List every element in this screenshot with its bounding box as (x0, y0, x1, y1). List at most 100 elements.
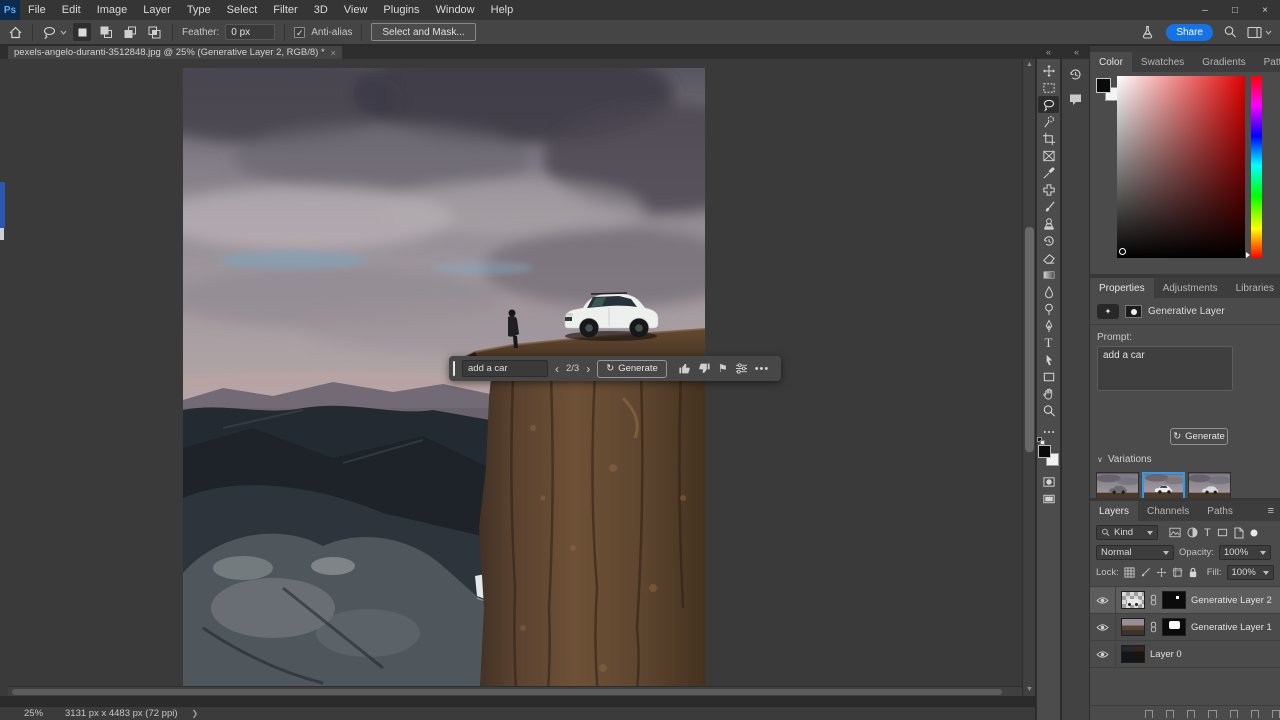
status-arrow-icon[interactable]: ❯ (192, 709, 199, 718)
layer-mask-thumbnail[interactable] (1162, 591, 1186, 609)
layer-thumbnail[interactable] (1121, 591, 1145, 609)
hand-tool[interactable] (1038, 385, 1059, 402)
lasso-tool-preset-icon[interactable] (42, 25, 67, 40)
tab-color[interactable]: Color (1090, 52, 1132, 72)
lock-all-icon[interactable] (1188, 567, 1198, 578)
layer-thumbnail[interactable] (1121, 618, 1145, 636)
fill-dropdown[interactable]: 100% (1226, 565, 1274, 580)
type-tool[interactable]: T (1038, 334, 1059, 351)
filter-adjustment-layers-icon[interactable] (1187, 527, 1198, 538)
zoom-level[interactable]: 25% (24, 708, 43, 719)
search-icon[interactable] (1223, 25, 1237, 39)
subtract-from-selection-mode-button[interactable] (121, 23, 139, 41)
menu-image[interactable]: Image (89, 0, 136, 20)
prompt-textarea[interactable]: add a car (1097, 346, 1233, 391)
next-variation-icon[interactable]: › (586, 363, 590, 375)
menu-select[interactable]: Select (219, 0, 266, 20)
close-button[interactable]: × (1250, 0, 1280, 20)
lock-position-icon[interactable] (1156, 567, 1167, 578)
filter-toggle-dot-icon[interactable] (1250, 529, 1258, 537)
maximize-button[interactable]: □ (1220, 0, 1250, 20)
link-layers-icon[interactable] (1145, 710, 1154, 718)
tab-properties[interactable]: Properties (1090, 278, 1154, 298)
report-flag-icon[interactable]: ⚑ (718, 362, 728, 375)
gradient-tool[interactable] (1038, 266, 1059, 283)
add-mask-icon[interactable] (1187, 710, 1196, 718)
tab-patterns[interactable]: Patterns (1255, 52, 1280, 72)
mask-link-icon[interactable] (1150, 594, 1157, 606)
contextual-taskbar[interactable]: add a car ‹ 2/3 › ↻ Generate ⚑ ••• (449, 356, 781, 381)
crop-tool[interactable] (1038, 130, 1059, 147)
quick-selection-tool[interactable] (1038, 113, 1059, 130)
select-and-mask-button[interactable]: Select and Mask... (371, 23, 476, 41)
mask-link-icon[interactable] (1150, 621, 1157, 633)
layer-mask-thumbnail[interactable] (1162, 618, 1186, 636)
lock-artboard-icon[interactable] (1172, 567, 1183, 578)
color-field[interactable] (1117, 76, 1245, 258)
layer-name[interactable]: Generative Layer 2 (1191, 595, 1272, 606)
lasso-tool[interactable] (1038, 96, 1059, 113)
new-group-icon[interactable] (1229, 710, 1238, 718)
taskbar-more-icon[interactable]: ••• (755, 363, 770, 375)
blend-mode-dropdown[interactable]: Normal (1096, 545, 1174, 560)
tab-adjustments[interactable]: Adjustments (1154, 278, 1227, 298)
horizontal-scroll-thumb[interactable] (12, 689, 1002, 695)
collapse-toolbar-icon[interactable]: « (1046, 46, 1051, 59)
color-swatches-control[interactable] (1036, 437, 1060, 467)
beaker-icon[interactable] (1141, 25, 1154, 39)
layer-effects-icon[interactable] (1166, 710, 1175, 718)
menu-edit[interactable]: Edit (54, 0, 89, 20)
foreground-color-swatch[interactable] (1037, 445, 1051, 458)
layer-row-generative-layer-1[interactable]: Generative Layer 1 (1090, 613, 1280, 641)
properties-generate-button[interactable]: ↻ Generate (1170, 428, 1228, 445)
feather-input[interactable]: 0 px (225, 24, 276, 40)
filter-kind-dropdown[interactable]: Kind (1096, 525, 1158, 540)
color-picker-ring[interactable] (1119, 248, 1126, 255)
tab-libraries[interactable]: Libraries (1227, 278, 1280, 298)
add-to-selection-mode-button[interactable] (97, 23, 115, 41)
history-panel-icon[interactable] (1068, 67, 1083, 82)
tab-gradients[interactable]: Gradients (1193, 52, 1254, 72)
menu-filter[interactable]: Filter (265, 0, 305, 20)
scroll-up-icon[interactable]: ▲ (1023, 59, 1036, 71)
vertical-scroll-thumb[interactable] (1025, 227, 1034, 452)
filter-pixel-layers-icon[interactable] (1169, 527, 1181, 538)
frame-tool[interactable] (1038, 147, 1059, 164)
hue-slider[interactable] (1251, 76, 1262, 258)
delete-layer-icon[interactable] (1271, 710, 1280, 718)
lock-image-pixels-icon[interactable] (1140, 567, 1151, 578)
thumbs-up-icon[interactable] (678, 362, 691, 375)
menu-window[interactable]: Window (428, 0, 483, 20)
lock-transparent-pixels-icon[interactable] (1124, 567, 1135, 578)
filter-smart-objects-icon[interactable] (1234, 527, 1244, 539)
filter-shape-layers-icon[interactable] (1217, 527, 1228, 538)
tab-layers[interactable]: Layers (1090, 501, 1139, 521)
new-selection-mode-button[interactable] (73, 23, 91, 41)
horizontal-scrollbar[interactable] (8, 686, 1022, 696)
menu-help[interactable]: Help (483, 0, 522, 20)
minimize-button[interactable]: – (1190, 0, 1220, 20)
hue-slider-marker[interactable] (1246, 252, 1250, 258)
tab-channels[interactable]: Channels (1138, 501, 1198, 521)
rectangle-tool[interactable] (1038, 368, 1059, 385)
blur-tool[interactable] (1038, 283, 1059, 300)
move-tool[interactable] (1038, 62, 1059, 79)
layer-row-layer-0[interactable]: Layer 0 (1090, 640, 1280, 668)
visibility-eye-icon[interactable] (1094, 650, 1110, 659)
thumbs-down-icon[interactable] (698, 362, 711, 375)
spot-healing-brush-tool[interactable] (1038, 181, 1059, 198)
path-selection-tool[interactable] (1038, 351, 1059, 368)
intersect-selection-mode-button[interactable] (145, 23, 163, 41)
eraser-tool[interactable] (1038, 249, 1059, 266)
brush-tool[interactable] (1038, 198, 1059, 215)
variations-header[interactable]: ∨ Variations (1090, 454, 1152, 465)
share-button[interactable]: Share (1166, 23, 1213, 41)
tab-close-icon[interactable]: × (331, 48, 336, 58)
layer-thumbnail[interactable] (1121, 645, 1145, 663)
tab-swatches[interactable]: Swatches (1132, 52, 1193, 72)
anti-alias-checkbox[interactable]: ✓ (294, 26, 306, 38)
adjustment-layer-icon[interactable] (1208, 710, 1217, 718)
opacity-dropdown[interactable]: 100% (1218, 545, 1271, 560)
taskbar-generate-button[interactable]: ↻ Generate (597, 359, 667, 378)
pen-tool[interactable] (1038, 317, 1059, 334)
